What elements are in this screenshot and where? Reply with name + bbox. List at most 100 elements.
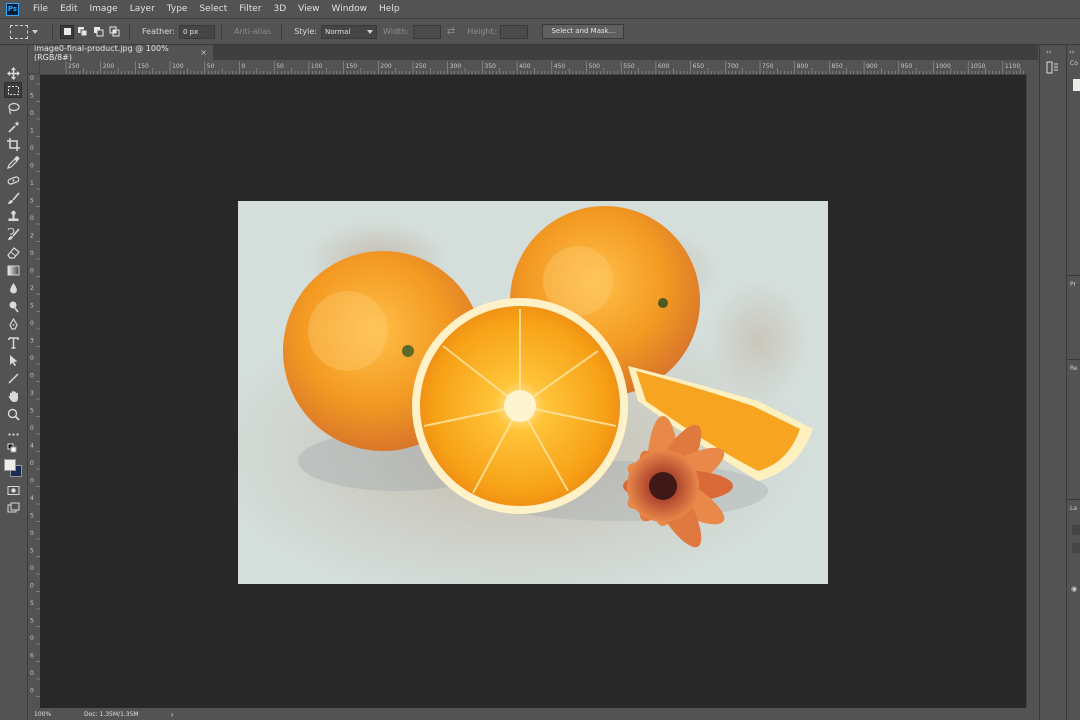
blend-mode-select[interactable] [1072, 543, 1080, 553]
panel-divider [1067, 275, 1080, 276]
vertical-scrollbar[interactable] [1026, 74, 1039, 708]
move-tool-icon[interactable] [4, 65, 22, 81]
ruler-tick-label: 3 [30, 390, 34, 397]
history-brush-tool-icon[interactable] [4, 226, 22, 242]
ruler-tick-label: 5 [30, 303, 34, 310]
ruler-tick-label: 5 [30, 513, 34, 520]
ruler-tick-label: 500 [589, 63, 601, 70]
horizontal-ruler[interactable]: 250 200 150 100 50 0 50 100 150 200 250 300 350 400 45… [40, 61, 1026, 75]
close-icon[interactable]: × [200, 48, 207, 57]
clone-stamp-tool-icon[interactable] [4, 208, 22, 224]
menu-edit[interactable]: Edit [54, 0, 83, 18]
antialias-checkbox[interactable]: Anti-alias [234, 27, 271, 36]
ruler-tick-label: 1 [30, 180, 34, 187]
hand-tool-icon[interactable] [4, 388, 22, 404]
more-tools-icon[interactable] [4, 426, 22, 442]
vertical-ruler-ticks: 0 5 0 1 0 0 1 5 0 2 0 0 2 5 0 3 0 0 3 5 0 4 0 0 4 5 0 5 0 0 5 5 0 6 0 0 [30, 75, 40, 697]
menu-view[interactable]: View [292, 0, 325, 18]
default-colors-icon[interactable] [4, 443, 22, 455]
menu-help[interactable]: Help [373, 0, 406, 18]
document-image[interactable] [238, 201, 828, 584]
quick-mask-icon[interactable] [4, 482, 22, 498]
color-swatches[interactable] [4, 459, 24, 479]
style-select[interactable]: Normal [320, 24, 377, 39]
panel-tab-adjustments[interactable]: Re [1070, 365, 1078, 372]
zoom-tool-icon[interactable] [4, 406, 22, 422]
chevron-right-icon[interactable]: › [171, 710, 174, 719]
history-panel-icon[interactable] [1046, 61, 1059, 77]
ruler-tick-label: 1 [30, 128, 34, 135]
ruler-tick-label: 900 [866, 63, 878, 70]
feather-input[interactable]: 0 px [178, 24, 215, 39]
ruler-tick-label: 300 [450, 63, 462, 70]
color-swatch[interactable] [1073, 79, 1080, 91]
ruler-tick-label: 3 [30, 338, 34, 345]
visibility-eye-icon[interactable]: ◉ [1071, 585, 1077, 593]
tools-panel [0, 45, 28, 720]
width-label: Width: [382, 27, 409, 36]
new-selection-button[interactable] [60, 24, 74, 39]
ruler-tick-label: 0 [30, 530, 34, 537]
swap-icon[interactable]: ⇄ [447, 26, 455, 37]
collapse-panels-icon[interactable]: ‹‹ [1046, 48, 1052, 56]
divider [52, 23, 53, 40]
divider [281, 23, 283, 40]
panel-tab-color[interactable]: Co [1070, 60, 1078, 67]
ruler-origin[interactable] [28, 61, 40, 74]
foreground-color-swatch[interactable] [4, 459, 16, 471]
panel-tab-layers[interactable]: La [1070, 505, 1077, 512]
ruler-tick-label: 4 [30, 443, 34, 450]
document-tab-bar: image0-final-product.jpg @ 100% (RGB/8#)… [28, 43, 1038, 62]
crop-tool-icon[interactable] [4, 136, 22, 152]
path-selection-tool-icon[interactable] [4, 352, 22, 368]
ruler-tick-label: 150 [137, 63, 149, 70]
intersect-selection-button[interactable] [108, 25, 122, 39]
eraser-tool-icon[interactable] [4, 244, 22, 260]
width-input[interactable] [412, 24, 441, 39]
menu-3d[interactable]: 3D [268, 0, 293, 18]
screen-mode-icon[interactable] [4, 500, 22, 516]
expand-panels-icon[interactable]: ›› [1069, 48, 1075, 56]
menu-layer[interactable]: Layer [124, 0, 161, 18]
ruler-tick-label: 0 [30, 215, 34, 222]
document-tab-title: image0-final-product.jpg @ 100% (RGB/8#) [34, 43, 169, 62]
dodge-tool-icon[interactable] [4, 298, 22, 314]
menu-filter[interactable]: Filter [233, 0, 267, 18]
divider [129, 23, 130, 40]
layer-filter-field[interactable] [1072, 525, 1080, 535]
ruler-tick-label: 750 [762, 63, 774, 70]
panel-tab-properties[interactable]: Pr [1070, 281, 1076, 288]
tool-preset-icon[interactable] [10, 24, 28, 39]
line-tool-icon[interactable] [4, 370, 22, 386]
menu-window[interactable]: Window [326, 0, 374, 18]
document-tab[interactable]: image0-final-product.jpg @ 100% (RGB/8#)… [28, 43, 213, 62]
menu-select[interactable]: Select [193, 0, 233, 18]
menu-type[interactable]: Type [161, 0, 194, 18]
height-input[interactable] [500, 24, 529, 39]
ruler-tick-label: 0 [242, 63, 246, 70]
menu-image[interactable]: Image [84, 0, 124, 18]
ruler-tick-label: 100 [311, 63, 323, 70]
panel-icon-dock: ‹‹ [1040, 45, 1067, 720]
zoom-level[interactable]: 100% [28, 711, 62, 718]
magic-wand-tool-icon[interactable] [4, 118, 22, 134]
ruler-tick-label: 2 [30, 285, 34, 292]
brush-tool-icon[interactable] [4, 190, 22, 206]
ruler-tick-label: 1050 [970, 63, 985, 70]
ruler-tick-label: 150 [346, 63, 358, 70]
pen-tool-icon[interactable] [4, 316, 22, 332]
ruler-tick-label: 950 [901, 63, 913, 70]
gradient-tool-icon[interactable] [4, 262, 22, 278]
type-tool-icon[interactable] [4, 334, 22, 350]
status-bar: 100% Doc: 1.35M/1.35M › [28, 708, 1038, 720]
add-to-selection-button[interactable] [76, 25, 90, 39]
select-and-mask-button[interactable]: Select and Mask... [542, 24, 625, 39]
marquee-tool-icon[interactable] [4, 82, 22, 98]
lasso-tool-icon[interactable] [4, 100, 22, 116]
blur-tool-icon[interactable] [4, 280, 22, 296]
healing-brush-tool-icon[interactable] [4, 172, 22, 188]
chevron-down-icon[interactable] [32, 29, 38, 34]
eyedropper-tool-icon[interactable] [4, 154, 22, 170]
menu-file[interactable]: File [27, 0, 54, 18]
subtract-from-selection-button[interactable] [92, 25, 106, 39]
